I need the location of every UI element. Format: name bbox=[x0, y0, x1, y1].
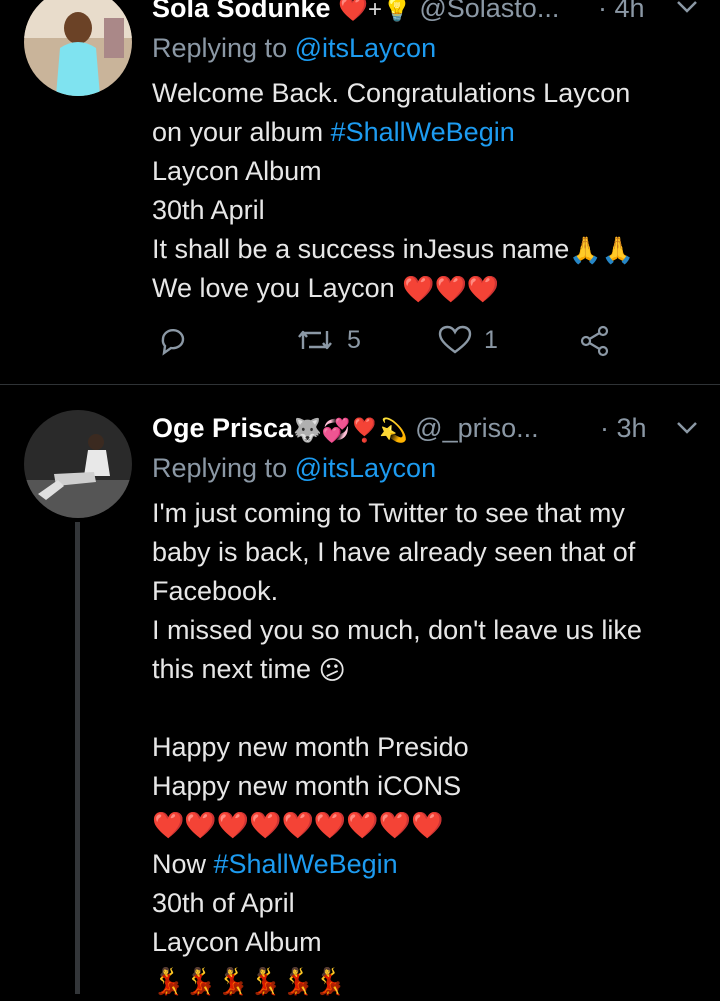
name-emoji: ❤️+💡 bbox=[338, 0, 412, 23]
replying-prefix: Replying to bbox=[152, 33, 288, 63]
text-line: We love you Laycon ❤️❤️❤️ bbox=[152, 269, 712, 308]
replying-to: Replying to @itsLaycon bbox=[152, 448, 436, 488]
text-segment: It shall be a success inJesus name bbox=[152, 234, 570, 264]
tweet-oge[interactable]: Oge Prisca🐺💞❣️💫 @_priso... · 3h Replying… bbox=[0, 384, 720, 996]
retweet-count: 5 bbox=[347, 325, 361, 354]
like-button[interactable]: 1 bbox=[438, 325, 498, 355]
handle[interactable]: @Solasto... bbox=[419, 0, 559, 23]
reply-button[interactable] bbox=[157, 325, 189, 357]
text-segment: We love you Laycon bbox=[152, 273, 395, 303]
text-line: Laycon Album bbox=[152, 156, 322, 186]
text-line: Happy new month Presido bbox=[152, 732, 469, 762]
text-line: 30th April bbox=[152, 195, 265, 225]
text-line: on your album #ShallWeBegin bbox=[152, 113, 712, 152]
text-line: baby is back, I have already seen that o… bbox=[152, 537, 636, 567]
timestamp[interactable]: · 4h bbox=[598, 0, 645, 28]
replying-prefix: Replying to bbox=[152, 453, 288, 483]
retweet-button[interactable]: 5 bbox=[295, 325, 361, 355]
replying-to: Replying to @itsLaycon bbox=[152, 28, 436, 68]
display-name[interactable]: Sola Sodunke bbox=[152, 0, 331, 23]
display-name[interactable]: Oge Prisca bbox=[152, 413, 293, 443]
avatar[interactable] bbox=[24, 0, 132, 96]
hashtag-link[interactable]: #ShallWeBegin bbox=[214, 849, 398, 879]
hashtag-link[interactable]: #ShallWeBegin bbox=[331, 117, 515, 147]
chevron-down-icon[interactable] bbox=[676, 0, 698, 19]
confused-emoji: 😕 bbox=[318, 655, 346, 686]
reply-icon bbox=[161, 328, 185, 356]
timestamp[interactable]: · 3h bbox=[600, 408, 647, 448]
avatar[interactable] bbox=[24, 410, 132, 518]
text-line: 30th of April bbox=[152, 888, 295, 918]
text-line: Welcome Back. Congratulations Laycon bbox=[152, 78, 631, 108]
mention-link[interactable]: @itsLaycon bbox=[295, 33, 436, 63]
heart-icon bbox=[438, 325, 472, 354]
handle[interactable]: @_priso... bbox=[415, 413, 538, 443]
hearts-row: ❤️❤️❤️❤️❤️❤️❤️❤️❤️ bbox=[152, 810, 444, 840]
text-segment: Now bbox=[152, 849, 214, 879]
share-icon bbox=[580, 325, 609, 357]
text-line: I missed you so much, don't leave us lik… bbox=[152, 615, 642, 645]
dancer-row: 💃💃💃💃💃💃 bbox=[152, 966, 347, 996]
thread-connector bbox=[75, 522, 80, 994]
text-line: Facebook. bbox=[152, 576, 279, 606]
pray-emoji: 🙏🙏 bbox=[569, 235, 634, 266]
tweet-sola[interactable]: Sola Sodunke ❤️+💡 @Solasto... · 4h Reply… bbox=[0, 0, 720, 384]
text-line: Now #ShallWeBegin bbox=[152, 845, 712, 884]
text-line: Laycon Album bbox=[152, 927, 322, 957]
tweet-text: I'm just coming to Twitter to see that m… bbox=[152, 494, 712, 1001]
retweet-icon bbox=[298, 330, 332, 350]
text-line: I'm just coming to Twitter to see that m… bbox=[152, 498, 625, 528]
tweet-text: Welcome Back. Congratulations Laycon on … bbox=[152, 74, 712, 308]
hearts-emoji: ❤️❤️❤️ bbox=[402, 274, 500, 305]
text-line: this next time 😕 bbox=[152, 650, 712, 689]
text-segment: on your album bbox=[152, 117, 331, 147]
text-segment: this next time bbox=[152, 654, 312, 684]
mention-link[interactable]: @itsLaycon bbox=[295, 453, 436, 483]
text-line: Happy new month iCONS bbox=[152, 771, 462, 801]
like-count: 1 bbox=[484, 325, 498, 354]
chevron-down-icon[interactable] bbox=[676, 421, 698, 440]
share-button[interactable] bbox=[579, 325, 611, 357]
name-emoji: 🐺💞❣️💫 bbox=[293, 416, 408, 443]
text-line: It shall be a success inJesus name🙏🙏 bbox=[152, 230, 712, 269]
